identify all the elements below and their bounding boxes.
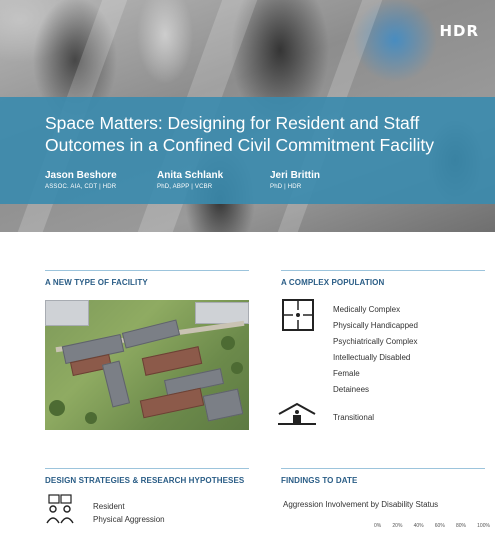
list-item: Medically Complex	[333, 305, 401, 314]
tree	[231, 362, 243, 374]
tree	[49, 400, 65, 416]
house-icon	[278, 402, 316, 425]
author-name: Anita Schlank	[157, 170, 224, 181]
section-heading-population: A COMPLEX POPULATION	[281, 270, 485, 287]
author-credentials: PhD | HDR	[270, 184, 302, 190]
list-item: Intellectually Disabled	[333, 353, 411, 362]
building	[121, 319, 181, 349]
section-heading-facility: A NEW TYPE OF FACILITY	[45, 270, 249, 287]
findings-axis-ticks: 0% 20% 40% 60% 80% 100%	[374, 523, 490, 529]
author-credentials: PhD, ABPP | VCBR	[157, 184, 213, 190]
population-list: Medically Complex Physically Handicapped…	[333, 302, 418, 398]
population-transitional: Transitional	[333, 413, 375, 422]
poster-title: Space Matters: Designing for Resident an…	[45, 113, 435, 155]
section-heading-findings: FINDINGS TO DATE	[281, 468, 485, 485]
strategy-text: Resident Physical Aggression	[93, 500, 165, 526]
author-name: Jeri Brittin	[270, 170, 321, 181]
author-3: Jeri Brittin PhD | HDR	[270, 170, 320, 190]
tick-label: 100%	[477, 523, 490, 529]
findings-chart-title: Aggression Involvement by Disability Sta…	[283, 500, 439, 509]
people-conflict-icon	[46, 494, 74, 524]
tree	[221, 336, 235, 350]
building	[45, 300, 89, 326]
tick-label: 60%	[434, 523, 445, 529]
tick-label: 40%	[413, 523, 424, 529]
author-2: Anita Schlank PhD, ABPP | VCBR	[157, 170, 223, 190]
list-item: Psychiatrically Complex	[333, 337, 418, 346]
strategy-line: Resident	[93, 502, 125, 511]
facility-aerial-image	[45, 300, 249, 430]
grid-plan-icon	[282, 299, 314, 331]
tree	[85, 412, 97, 424]
author-1: Jason Beshore ASSOC. AIA, CDT | HDR	[45, 170, 117, 190]
building	[101, 360, 131, 408]
building	[202, 388, 244, 422]
strategy-line: Physical Aggression	[93, 515, 165, 524]
list-item: Physically Handicapped	[333, 321, 418, 330]
author-name: Jason Beshore	[45, 170, 117, 181]
building	[141, 346, 203, 376]
tick-label: 0%	[374, 523, 382, 529]
tick-label: 80%	[455, 523, 466, 529]
hdr-logo: HDR	[439, 22, 479, 40]
list-item: Detainees	[333, 385, 370, 394]
list-item: Female	[333, 369, 360, 378]
author-credentials: ASSOC. AIA, CDT | HDR	[45, 184, 117, 190]
section-heading-strategies: DESIGN STRATEGIES & RESEARCH HYPOTHESES	[45, 468, 249, 485]
tick-label: 20%	[392, 523, 403, 529]
